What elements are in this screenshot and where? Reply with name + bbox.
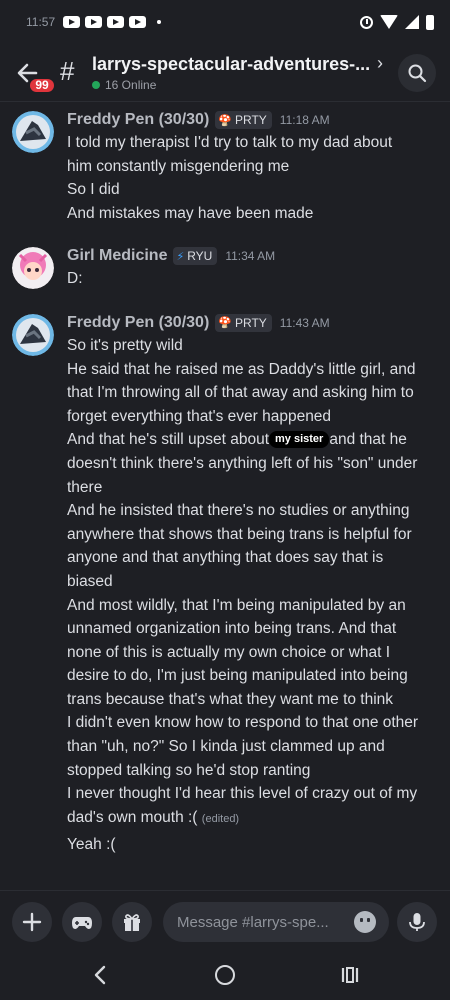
author-name[interactable]: Freddy Pen (30/30) bbox=[67, 314, 209, 332]
author-name[interactable]: Girl Medicine bbox=[67, 247, 167, 265]
activities-button[interactable] bbox=[62, 902, 102, 942]
unread-badge: 99 bbox=[28, 77, 56, 94]
youtube-notification-icon bbox=[63, 16, 81, 28]
message-line: stopped talking so he'd stop ranting bbox=[67, 761, 311, 779]
lightning-icon: ⚡ bbox=[176, 250, 185, 263]
message-header: Freddy Pen (30/30) 🍄 PRTY 11:18 AM bbox=[67, 109, 438, 131]
message-line: So it's pretty wild bbox=[67, 336, 183, 354]
system-navigation-bar bbox=[0, 952, 450, 1000]
message-line: trans because that's what they want me t… bbox=[67, 690, 394, 708]
chevron-right-icon[interactable]: › bbox=[377, 53, 383, 74]
message-line: Yeah :( bbox=[67, 836, 116, 854]
guild-tag[interactable]: ⚡ RYU bbox=[173, 247, 218, 266]
message-line: And mistakes may have been made bbox=[67, 204, 314, 222]
message-text: dad's own mouth :( bbox=[67, 808, 198, 826]
emoji-icon[interactable] bbox=[354, 911, 376, 933]
guild-tag[interactable]: 🍄 PRTY bbox=[215, 313, 272, 332]
message-line: D: bbox=[67, 270, 83, 288]
gamepad-icon bbox=[72, 917, 92, 929]
message[interactable]: Freddy Pen (30/30) 🍄 PRTY 11:18 AM I tol… bbox=[0, 109, 450, 225]
message-line: doesn't think there's anything left of h… bbox=[67, 454, 418, 472]
message-line: than "uh, no?" So I kinda just clammed u… bbox=[67, 738, 385, 756]
message-line: unnamed organization into being trans. A… bbox=[67, 620, 397, 638]
nav-recents-icon[interactable] bbox=[340, 966, 360, 984]
message-line: none of this is actually my own choice o… bbox=[67, 643, 391, 661]
gift-button[interactable] bbox=[112, 902, 152, 942]
status-bar: 11:57 bbox=[0, 0, 450, 44]
wifi-icon bbox=[380, 15, 398, 29]
message-line: him constantly misgendering me bbox=[67, 157, 290, 175]
message-line: And he insisted that there's no studies … bbox=[67, 502, 410, 520]
message-line: dad's own mouth :( (edited) bbox=[67, 806, 438, 832]
add-attachment-button[interactable] bbox=[12, 902, 52, 942]
timestamp: 11:43 AM bbox=[279, 315, 330, 330]
user-avatar-icon bbox=[12, 111, 54, 153]
edited-label: (edited) bbox=[201, 812, 240, 825]
message-line: So I did bbox=[67, 181, 120, 199]
more-notifications-icon bbox=[157, 20, 162, 24]
message[interactable]: Girl Medicine ⚡ RYU 11:34 AM D: bbox=[0, 245, 450, 291]
message-line: anyone and that anything that does say t… bbox=[67, 549, 384, 567]
channel-hash-icon: # bbox=[60, 56, 75, 86]
message-line: I told my therapist I'd try to talk to m… bbox=[67, 134, 393, 151]
guild-tag-label: RYU bbox=[187, 249, 213, 264]
gift-icon bbox=[124, 914, 140, 931]
message-line: I didn't even know how to respond to tha… bbox=[67, 714, 419, 732]
nav-home-icon[interactable] bbox=[215, 965, 235, 985]
mushroom-icon: 🍄 bbox=[218, 317, 232, 330]
online-dot-icon bbox=[92, 81, 100, 89]
avatar[interactable] bbox=[12, 313, 54, 356]
search-icon bbox=[408, 64, 427, 83]
youtube-notification-icon bbox=[85, 16, 103, 28]
avatar[interactable] bbox=[12, 111, 54, 153]
message-composer bbox=[0, 890, 450, 952]
channel-header: 99 # larrys-spectacular-adventures-... ›… bbox=[0, 44, 450, 102]
message-line: And that he's still upset about my sister… bbox=[67, 428, 438, 452]
youtube-notification-icon bbox=[107, 16, 125, 28]
plus-icon bbox=[22, 912, 42, 932]
message-list: Freddy Pen (30/30) 🍄 PRTY 11:18 AM I tol… bbox=[0, 102, 450, 857]
online-count: 16 Online bbox=[92, 78, 156, 92]
online-label: 16 Online bbox=[105, 78, 157, 92]
guild-tag-label: PRTY bbox=[234, 113, 267, 127]
message-line: He said that he raised me as Daddy's lit… bbox=[67, 360, 416, 378]
message-line: forget everything that's ever happened bbox=[67, 407, 332, 425]
youtube-notification-icon bbox=[129, 16, 147, 28]
message[interactable]: Freddy Pen (30/30) 🍄 PRTY 11:43 AM So it… bbox=[0, 312, 450, 857]
message-header: Girl Medicine ⚡ RYU 11:34 AM bbox=[67, 245, 438, 267]
user-avatar-icon bbox=[12, 247, 54, 290]
channel-title[interactable]: larrys-spectacular-adventures-... bbox=[92, 54, 372, 75]
avatar[interactable] bbox=[12, 247, 54, 290]
message-line: biased bbox=[67, 572, 113, 590]
search-button[interactable] bbox=[398, 54, 436, 92]
guild-tag[interactable]: 🍄 PRTY bbox=[215, 111, 272, 129]
guild-tag-label: PRTY bbox=[234, 315, 267, 330]
message-line: anywhere that shows that being trans is … bbox=[67, 525, 412, 543]
cell-signal-icon bbox=[405, 15, 419, 29]
author-name[interactable]: Freddy Pen (30/30) bbox=[67, 111, 209, 129]
mushroom-icon: 🍄 bbox=[218, 114, 232, 127]
message-text: and that he bbox=[329, 431, 407, 449]
message-text: And that he's still upset about bbox=[67, 431, 270, 449]
alarm-icon bbox=[360, 15, 373, 29]
message-line: there bbox=[67, 478, 103, 496]
message-line: that I'm throwing all of that away and a… bbox=[67, 384, 414, 402]
redaction-mark: my sister bbox=[269, 431, 330, 449]
timestamp: 11:18 AM bbox=[279, 113, 330, 127]
message-line: And most wildly, that I'm being manipula… bbox=[67, 596, 406, 614]
message-header: Freddy Pen (30/30) 🍄 PRTY 11:43 AM bbox=[67, 312, 438, 334]
status-time: 11:57 bbox=[26, 15, 56, 29]
voice-message-button[interactable] bbox=[397, 902, 437, 942]
user-avatar-icon bbox=[12, 313, 54, 356]
battery-icon bbox=[426, 14, 434, 30]
microphone-icon bbox=[409, 913, 425, 931]
nav-back-icon[interactable] bbox=[90, 964, 110, 986]
message-line: I never thought I'd hear this level of c… bbox=[67, 785, 418, 803]
message-line: desire to do, I'm just being manipulated… bbox=[67, 667, 408, 685]
timestamp: 11:34 AM bbox=[225, 249, 276, 264]
